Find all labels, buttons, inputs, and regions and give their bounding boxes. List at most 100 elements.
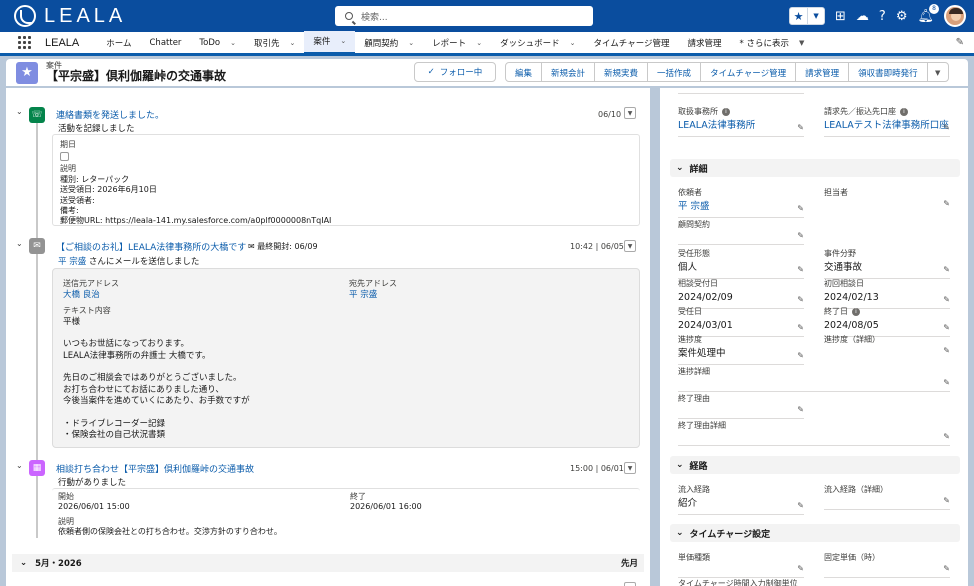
due-label: 期日 [60, 140, 76, 149]
bulk-create-button[interactable]: 一括作成 [648, 63, 702, 81]
more-actions-icon[interactable]: ▼ [928, 63, 948, 81]
pencil-icon[interactable]: ✎ [943, 295, 950, 304]
new-expense-button[interactable]: 新規実費 [595, 63, 649, 81]
item-menu-icon[interactable]: ▼ [624, 462, 636, 474]
field-retained-date: 受任日 2024/03/01 ✎ [678, 306, 804, 337]
app-name: LEALA [45, 36, 80, 49]
edit-button[interactable]: 編集 [506, 63, 543, 81]
email-body-box: 送信元アドレス 大橋 良治 宛先アドレス 平 宗盛 テキスト内容 平様 いつもお… [52, 268, 640, 448]
gear-icon[interactable]: ⚙ [896, 9, 908, 24]
nav-item-matters[interactable]: 案件 ⌄ [304, 30, 356, 55]
field-value [824, 201, 950, 213]
event-detail: 開始 2026/06/01 15:00 説明 依頼者側の保険会社との打ち合わせ。… [52, 488, 640, 540]
from-link[interactable]: 大橋 良治 [63, 290, 100, 300]
chevron-down-icon[interactable]: ▼ [807, 8, 824, 24]
month-group-header[interactable]: ⌄ 5月・2026 先月 [12, 554, 644, 572]
chevron-down-icon[interactable]: ⌄ [20, 558, 27, 568]
info-icon[interactable]: i [722, 107, 730, 116]
item-menu-icon[interactable]: ▼ [624, 107, 636, 119]
field-end-reason-detail: 終了理由詳細 ✎ [678, 420, 950, 446]
favorites-button[interactable]: ★ ▼ [789, 7, 826, 25]
body-line: いつもお世話になっております。 [63, 339, 189, 350]
section-header-route[interactable]: ⌄ 経路 [670, 456, 960, 474]
section-header-detail[interactable]: ⌄ 詳細 [670, 159, 960, 177]
due-checkbox[interactable] [60, 152, 69, 162]
pencil-icon[interactable]: ✎ [943, 265, 950, 274]
pencil-icon[interactable]: ✎ [797, 231, 804, 240]
pencil-icon[interactable]: ✎ [797, 295, 804, 304]
pencil-icon[interactable]: ✎ [797, 265, 804, 274]
pencil-icon[interactable]: ✎ [943, 123, 950, 132]
pencil-icon[interactable]: ✎ [797, 123, 804, 132]
help-icon[interactable]: ? [879, 9, 886, 24]
pencil-icon[interactable]: ✎ [797, 351, 804, 360]
search-input[interactable]: 検索... [361, 10, 388, 23]
chevron-down-icon[interactable]: ⌄ [570, 39, 576, 47]
pencil-icon[interactable]: ✎ [797, 323, 804, 332]
start-label: 開始 [58, 492, 74, 501]
chevron-down-icon[interactable]: ⌄ [16, 461, 23, 470]
field-label: 流入経路 [678, 485, 710, 494]
nav-item-chatter[interactable]: Chatter [141, 31, 191, 55]
field-link[interactable]: LEALAテスト法律事務所口座 [824, 120, 949, 131]
timeline-item-title[interactable]: 連絡書類を発送しました。 [56, 108, 164, 121]
nav-item-timecharge[interactable]: タイムチャージ管理 [584, 31, 678, 55]
chevron-down-icon[interactable]: ⌄ [340, 37, 346, 45]
record-action-buttons: 編集 新規会計 新規実費 一括作成 タイムチャージ管理 請求管理 領収書即時発行… [505, 62, 949, 82]
new-accounting-button[interactable]: 新規会計 [542, 63, 596, 81]
chevron-down-icon[interactable]: ⌄ [290, 39, 296, 47]
desc-line: 郵便物URL: https://leala-141.my.salesforce.… [60, 216, 332, 226]
chevron-down-icon[interactable]: ⌄ [476, 39, 482, 47]
billing-button[interactable]: 請求管理 [796, 63, 850, 81]
timeline-item-title[interactable]: 相談打ち合わせ【平宗盛】倶利伽羅峠の交通事故 [56, 462, 254, 475]
pencil-icon[interactable]: ✎ [943, 346, 950, 355]
info-icon[interactable]: i [852, 307, 860, 316]
nav-item-reports[interactable]: レポート ⌄ [423, 31, 491, 55]
trailhead-icon[interactable]: ☁ [856, 9, 869, 24]
field-link[interactable]: 平 宗盛 [678, 201, 710, 212]
pencil-icon[interactable]: ✎ [797, 564, 804, 573]
field-link[interactable]: LEALA法律事務所 [678, 120, 755, 131]
nav-item-retainer[interactable]: 顧問契約 ⌄ [355, 31, 423, 55]
nav-item-home[interactable]: ホーム [97, 31, 140, 55]
pencil-icon[interactable]: ✎ [943, 564, 950, 573]
pencil-icon[interactable]: ✎ [943, 432, 950, 441]
app-launcher-icon[interactable] [18, 36, 31, 49]
pencil-icon[interactable]: ✎ [943, 323, 950, 332]
pencil-icon[interactable]: ✎ [943, 496, 950, 505]
nav-item-todo[interactable]: ToDo ⌄ [190, 31, 245, 55]
avatar[interactable] [944, 5, 966, 27]
edit-nav-icon[interactable]: ✎ [956, 37, 964, 48]
pencil-icon[interactable]: ✎ [943, 199, 950, 208]
nav-label: 顧問契約 [364, 38, 399, 49]
chevron-down-icon[interactable]: ⌄ [16, 107, 23, 116]
global-search[interactable]: 検索... [335, 6, 593, 26]
to-link[interactable]: 平 宗盛 [349, 290, 377, 300]
pencil-icon[interactable]: ✎ [797, 405, 804, 414]
nav-item-billing[interactable]: 請求管理 [679, 31, 731, 55]
pencil-icon[interactable]: ✎ [943, 378, 950, 387]
item-menu-icon[interactable]: ▼ [624, 240, 636, 252]
bell-icon[interactable]: 🔔︎ 8 [917, 3, 939, 24]
section-header-timecharge[interactable]: ⌄ タイムチャージ設定 [670, 524, 960, 542]
chevron-down-icon[interactable]: ⌄ [16, 239, 23, 248]
nav-item-accounts[interactable]: 取引先 ⌄ [245, 31, 304, 55]
nav-item-dashboards[interactable]: ダッシュボード ⌄ [491, 31, 584, 55]
pencil-icon[interactable]: ✎ [797, 88, 804, 89]
timeline-item-title[interactable]: 【ご相談のお礼】LEALA法律事務所の大橋です [56, 240, 246, 253]
pencil-icon[interactable]: ✎ [797, 204, 804, 213]
item-menu-icon[interactable]: ▼ [624, 582, 636, 586]
add-icon[interactable]: ⊞ [835, 9, 846, 24]
star-icon[interactable]: ★ [790, 8, 807, 24]
app-logo[interactable]: LEALA [14, 5, 126, 27]
receipt-button[interactable]: 領収書即時発行 [849, 63, 928, 81]
pencil-icon[interactable]: ✎ [797, 501, 804, 510]
nav-item-more[interactable]: * さらに表示 ▼ [731, 31, 814, 55]
sender-link[interactable]: 平 宗盛 [58, 257, 86, 267]
chevron-down-icon[interactable]: ⌄ [230, 39, 236, 47]
timecharge-button[interactable]: タイムチャージ管理 [701, 63, 797, 81]
follow-button[interactable]: ✓ フォロー中 [414, 62, 496, 82]
chevron-down-icon[interactable]: ▼ [799, 39, 804, 47]
chevron-down-icon[interactable]: ⌄ [408, 39, 414, 47]
info-icon[interactable]: i [900, 107, 908, 116]
